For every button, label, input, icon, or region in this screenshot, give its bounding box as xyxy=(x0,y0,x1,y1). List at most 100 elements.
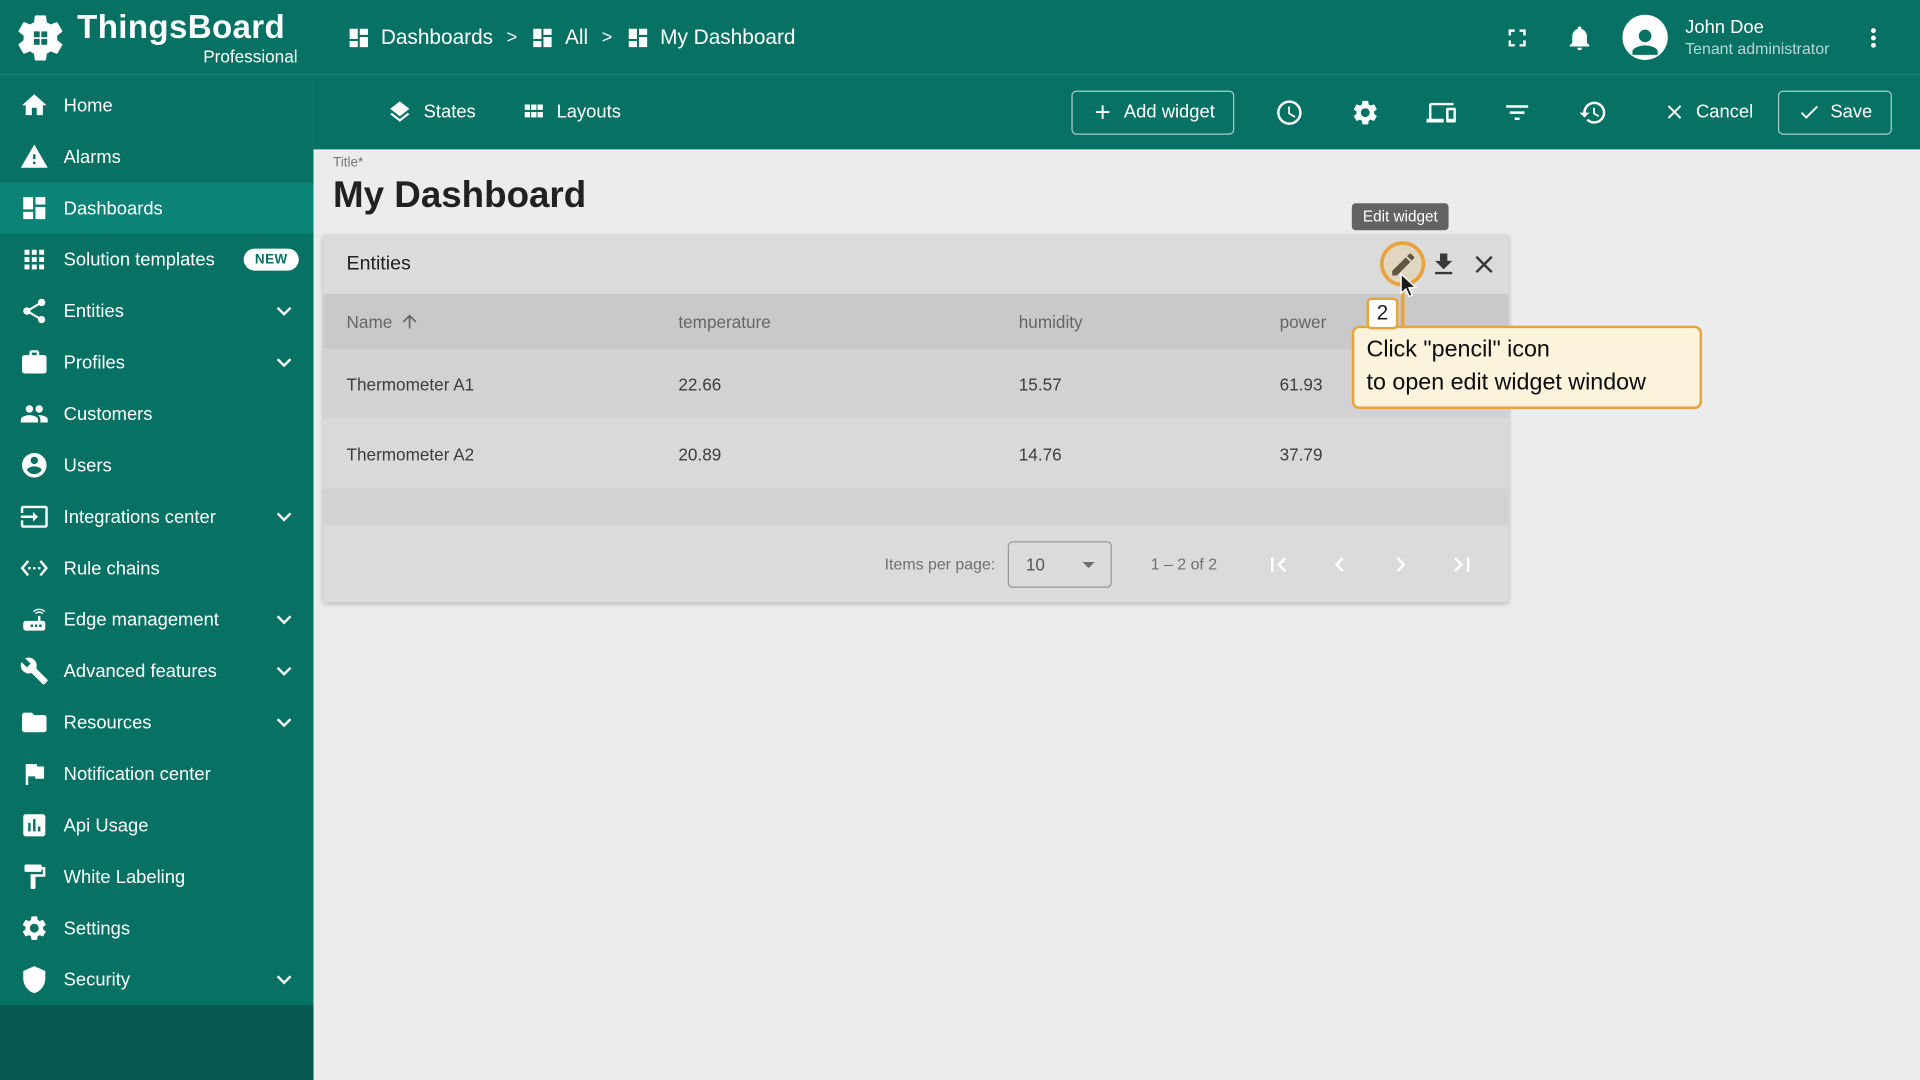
sidebar-item-label: Entities xyxy=(63,300,124,322)
download-icon xyxy=(1429,250,1458,279)
user-info: John Doe Tenant administrator xyxy=(1685,17,1829,59)
dashboard-icon xyxy=(347,25,371,49)
app-edition: Professional xyxy=(203,45,298,66)
wrench-icon xyxy=(20,656,49,685)
save-button[interactable]: Save xyxy=(1777,90,1892,135)
sidebar-item-label: Security xyxy=(63,969,131,990)
add-widget-label: Add widget xyxy=(1123,101,1215,123)
sidebar-item-alarms[interactable]: Alarms xyxy=(0,131,313,182)
dashboard-title-input[interactable]: My Dashboard xyxy=(323,174,1920,218)
sidebar-item-integrations-center[interactable]: Integrations center xyxy=(0,491,313,542)
dashboard-settings-button[interactable] xyxy=(1351,97,1380,126)
people-icon xyxy=(20,399,49,428)
toolbar-left: States Layouts xyxy=(313,99,621,125)
breadcrumb-label: My Dashboard xyxy=(660,25,796,49)
cancel-button[interactable]: Cancel xyxy=(1648,90,1768,134)
sidebar-item-white-labeling[interactable]: White Labeling xyxy=(0,851,313,902)
add-widget-button[interactable]: Add widget xyxy=(1071,90,1235,135)
flag-icon xyxy=(20,759,49,788)
sidebar-footer xyxy=(0,1005,314,1080)
widget-title: Entities xyxy=(346,253,411,275)
top-right-controls: John Doe Tenant administrator xyxy=(1503,14,1920,60)
download-widget-button[interactable] xyxy=(1429,250,1458,279)
sidebar-item-label: Integrations center xyxy=(63,506,216,528)
page-size-select[interactable]: 10 xyxy=(1007,540,1112,588)
chart-icon xyxy=(20,811,49,840)
sidebar-item-security[interactable]: Security xyxy=(0,954,313,1005)
fullscreen-button[interactable] xyxy=(1503,23,1532,52)
fullscreen-icon xyxy=(1503,23,1532,52)
logo-text: ThingsBoard Professional xyxy=(77,10,297,64)
entities-widget: Entities Name temperature humidity power… xyxy=(323,203,1703,603)
column-header-temperature[interactable]: temperature xyxy=(678,312,1018,332)
column-header-name[interactable]: Name xyxy=(347,311,679,332)
step-number-badge: 2 xyxy=(1366,297,1399,330)
sidebar-item-notification-center[interactable]: Notification center xyxy=(0,748,313,799)
entities-icon xyxy=(20,296,49,325)
breadcrumb-item-all[interactable]: All xyxy=(531,25,588,49)
table-row: Thermometer A2 20.89 14.76 37.79 xyxy=(323,418,1509,489)
chevron-down-icon xyxy=(269,605,298,634)
sidebar-item-entities[interactable]: Entities xyxy=(0,285,313,336)
briefcase-icon xyxy=(20,348,49,377)
dropdown-arrow-icon xyxy=(1074,549,1103,578)
breadcrumb-item-dashboards[interactable]: Dashboards xyxy=(347,25,493,49)
version-control-button[interactable] xyxy=(1578,97,1607,126)
filters-button[interactable] xyxy=(1503,97,1532,126)
entity-aliases-button[interactable] xyxy=(1427,97,1456,126)
filter-icon xyxy=(1503,97,1532,126)
breadcrumb: Dashboards > All > My Dashboard xyxy=(313,25,796,49)
folder-icon xyxy=(20,708,49,737)
cell-humidity: 15.57 xyxy=(1018,374,1062,394)
pagination-range: 1 – 2 of 2 xyxy=(1150,554,1218,574)
sidebar-item-dashboards[interactable]: Dashboards xyxy=(0,182,314,234)
thingsboard-logo[interactable]: ThingsBoard Professional xyxy=(0,9,313,65)
sidebar-item-settings[interactable]: Settings xyxy=(0,902,313,953)
gear-icon xyxy=(20,913,49,942)
sidebar-item-users[interactable]: Users xyxy=(0,440,313,491)
table-row: Thermometer A1 22.66 15.57 61.93 xyxy=(323,348,1509,419)
sidebar-item-home[interactable]: Home xyxy=(0,80,313,131)
top-bar: ThingsBoard Professional Dashboards > Al… xyxy=(0,0,1920,75)
grid-icon xyxy=(520,99,546,125)
page-size-value: 10 xyxy=(1025,554,1045,574)
column-label: Name xyxy=(346,311,393,332)
sidebar-item-label: Solution templates xyxy=(63,249,215,270)
sidebar-item-advanced-features[interactable]: Advanced features xyxy=(0,645,313,696)
layouts-button[interactable]: Layouts xyxy=(520,99,621,125)
remove-widget-button[interactable] xyxy=(1469,250,1498,279)
time-window-button[interactable] xyxy=(1275,97,1304,126)
warning-icon xyxy=(20,142,49,171)
sidebar-item-solution-templates[interactable]: Solution templates NEW xyxy=(0,234,313,285)
first-page-button[interactable] xyxy=(1264,549,1293,578)
first-page-icon xyxy=(1264,549,1293,578)
edit-widget-tooltip: Edit widget xyxy=(1351,203,1449,231)
sidebar-item-rule-chains[interactable]: Rule chains xyxy=(0,542,313,593)
callout-line: Click "pencil" icon xyxy=(1366,336,1550,363)
layouts-label: Layouts xyxy=(556,101,621,123)
notifications-button[interactable] xyxy=(1565,23,1594,52)
sidebar-item-profiles[interactable]: Profiles xyxy=(0,337,313,388)
breadcrumb-item-my-dashboard[interactable]: My Dashboard xyxy=(626,25,796,49)
thingsboard-gear-icon xyxy=(12,9,68,65)
sidebar-item-edge-management[interactable]: Edge management xyxy=(0,594,313,645)
column-header-humidity[interactable]: humidity xyxy=(1019,312,1280,332)
user-menu-button[interactable] xyxy=(1859,23,1888,52)
paint-icon xyxy=(20,862,49,891)
sidebar-item-resources[interactable]: Resources xyxy=(0,697,313,748)
home-icon xyxy=(20,91,49,120)
last-page-button[interactable] xyxy=(1447,549,1476,578)
person-icon xyxy=(1626,23,1664,60)
sidebar-item-customers[interactable]: Customers xyxy=(0,388,313,439)
states-button[interactable]: States xyxy=(387,99,476,125)
close-icon xyxy=(1469,250,1498,279)
cell-name: Thermometer A2 xyxy=(346,443,475,464)
next-page-button[interactable] xyxy=(1386,549,1415,578)
chevron-down-icon xyxy=(269,296,298,325)
sidebar-nav: Home Alarms Dashboards Solution template… xyxy=(0,75,314,1006)
table-empty-row xyxy=(323,488,1509,526)
sidebar-item-label: Edge management xyxy=(63,609,219,630)
previous-page-button[interactable] xyxy=(1325,549,1354,578)
sidebar-item-api-usage[interactable]: Api Usage xyxy=(0,800,313,851)
sidebar: Home Alarms Dashboards Solution template… xyxy=(0,74,314,1080)
